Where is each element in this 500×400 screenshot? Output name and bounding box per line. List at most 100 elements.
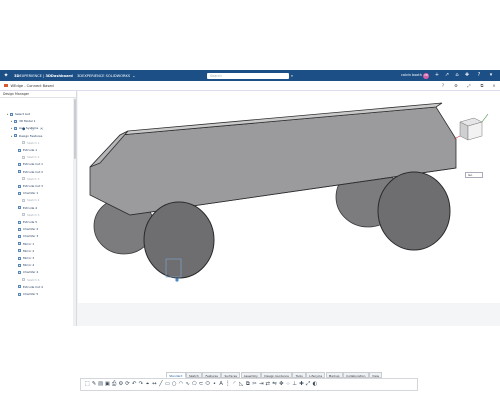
tree-item[interactable]: Chamfer 2 — [0, 226, 74, 233]
view-orientation-select[interactable]: Iso — [465, 172, 483, 178]
help-icon[interactable]: ? — [475, 70, 483, 81]
chevron-down-icon[interactable]: ⌄ — [132, 73, 135, 78]
help-icon[interactable]: ? — [438, 81, 448, 91]
rectangle-icon[interactable]: ▭ — [164, 380, 171, 389]
tree-item[interactable]: Extrude Cut 3 — [0, 183, 74, 190]
scale-icon[interactable]: ⤢ — [305, 380, 312, 389]
measure-icon[interactable]: ⌖ — [144, 380, 151, 389]
spline-icon[interactable]: ∿ — [184, 380, 191, 389]
print-icon[interactable]: ⎙ — [111, 380, 118, 389]
tree-item[interactable]: Chamfer 4 — [0, 269, 74, 276]
centerline-icon[interactable]: ┊ — [224, 380, 231, 389]
redo-icon[interactable]: ↷ — [138, 380, 145, 389]
slot-icon[interactable]: ⊂ — [198, 380, 205, 389]
tree-item[interactable]: Extrude 1 — [0, 147, 74, 154]
feature-icon — [22, 213, 25, 217]
tree-item[interactable]: Chamfer 5 — [0, 291, 74, 298]
panel-scrollbar[interactable] — [73, 98, 76, 326]
tree-item[interactable]: Mirror 4 — [0, 262, 74, 269]
folder-icon[interactable]: ▤ — [97, 380, 104, 389]
origin-icon[interactable] — [175, 278, 179, 282]
communication-icon[interactable]: ✚ — [463, 70, 471, 81]
model-canvas[interactable] — [78, 91, 500, 303]
share-icon[interactable]: ↗ — [443, 70, 451, 81]
feature-icon — [14, 119, 17, 123]
tree-item-label: Chamfer 3 — [23, 234, 39, 239]
tree-item[interactable]: Sketch 4 — [0, 197, 74, 204]
options-icon[interactable]: ⚙ — [117, 380, 124, 389]
tree-item[interactable]: Sketch 5 — [0, 212, 74, 219]
tree-item[interactable]: Sketch 2 — [0, 154, 74, 161]
line-icon[interactable]: ╱ — [158, 380, 165, 389]
tree-item[interactable]: Extrude Cut 1 — [0, 161, 74, 168]
tree-item[interactable]: Sketch 6 — [0, 277, 74, 284]
move-icon[interactable]: ✥ — [278, 380, 285, 389]
rebuild-icon[interactable]: ⟳ — [124, 380, 131, 389]
tree-item[interactable]: ▸ Select List — [0, 111, 74, 118]
undo-icon[interactable]: ↶ — [131, 380, 138, 389]
relations-icon[interactable]: ⊥ — [291, 380, 298, 389]
popout-icon[interactable]: ⧉ — [477, 81, 487, 91]
tree-item[interactable]: Mirror 3 — [0, 255, 74, 262]
arc-icon[interactable]: ◠ — [178, 380, 185, 389]
feature-icon — [18, 184, 21, 188]
compass-icon[interactable]: ✦ — [0, 70, 12, 81]
tree-item[interactable]: ▸ Axis Systems — [0, 125, 74, 132]
fullscreen-icon[interactable]: ⤢ — [464, 81, 474, 91]
feature-icon — [18, 227, 21, 231]
tree-item[interactable]: Chamfer 3 — [0, 233, 74, 240]
mirror-icon[interactable]: ⇋ — [271, 380, 278, 389]
panel-title: Design Manager — [0, 91, 76, 98]
tree-item[interactable]: Extrude 5 — [0, 219, 74, 226]
pattern-icon[interactable]: ⁘ — [285, 380, 292, 389]
scrollbar-thumb[interactable] — [73, 99, 76, 159]
app-brand[interactable]: 3DEXPERIENCE | 3DDashboard 3DEXPERIENCE … — [14, 73, 136, 78]
point-icon[interactable]: • — [211, 380, 218, 389]
convert-icon[interactable]: ⇄ — [265, 380, 272, 389]
tree-item[interactable]: Extrude 4 — [0, 205, 74, 212]
search-icon[interactable]: ⌕ — [289, 73, 295, 79]
repair-icon[interactable]: ✚ — [298, 380, 305, 389]
polygon-icon[interactable]: ⬠ — [191, 380, 198, 389]
feature-icon — [18, 249, 21, 253]
tree-item-label: 3D Model 1 — [19, 119, 36, 124]
feature-icon — [18, 285, 21, 289]
3d-viewport[interactable]: Iso — [78, 91, 500, 303]
tree-item[interactable]: Chamfer 1 — [0, 190, 74, 197]
tree-item[interactable]: Extrude Cut 2 — [0, 169, 74, 176]
home-icon[interactable]: ⌂ — [453, 70, 461, 81]
user-name[interactable]: calvin booth — [401, 70, 422, 81]
view-cube[interactable] — [453, 113, 489, 141]
circle-icon[interactable]: ○ — [171, 380, 178, 389]
avatar[interactable]: CB — [423, 72, 429, 79]
save-icon[interactable]: ▣ — [104, 380, 111, 389]
tree-item-label: Extrude Cut 3 — [23, 184, 43, 188]
trim-icon[interactable]: ✂ — [251, 380, 258, 389]
display-icon[interactable]: ◐ — [311, 380, 318, 389]
settings-icon[interactable]: ⚙ — [451, 81, 461, 91]
tree-item[interactable]: Sketch 1 — [0, 140, 74, 147]
tree-item[interactable]: Mirror 1 — [0, 241, 74, 248]
tree-item[interactable]: Mirror 2 — [0, 248, 74, 255]
text-icon[interactable]: A — [218, 380, 225, 389]
tree-item[interactable]: Sketch 3 — [0, 176, 74, 183]
extend-icon[interactable]: ⇥ — [258, 380, 265, 389]
tree-item[interactable]: ▸ Design Features — [0, 133, 74, 140]
offset-icon[interactable]: ⧉ — [245, 380, 252, 389]
tree-item[interactable]: ▸ 3D Model 1 — [0, 118, 74, 125]
feature-icon — [18, 206, 21, 210]
feature-icon — [10, 112, 13, 116]
add-icon[interactable]: + — [433, 70, 441, 81]
notifications-icon[interactable]: ▾ — [487, 70, 495, 81]
fillet-icon[interactable]: ◜ — [231, 380, 238, 389]
tree-item[interactable]: Extrude Cut 4 — [0, 284, 74, 291]
tree-item-label: Extrude 5 — [23, 220, 38, 224]
wheel-front-right — [377, 171, 451, 251]
sketch-icon[interactable]: ✎ — [91, 380, 98, 389]
smart-dimension-icon[interactable]: ↔ — [151, 380, 158, 389]
search-input[interactable]: Search — [207, 72, 289, 79]
close-icon[interactable]: × — [489, 81, 499, 91]
chamfer-icon[interactable]: ◺ — [238, 380, 245, 389]
select-icon[interactable]: ⬚ — [84, 380, 91, 389]
ellipse-icon[interactable]: ⬭ — [204, 380, 211, 389]
